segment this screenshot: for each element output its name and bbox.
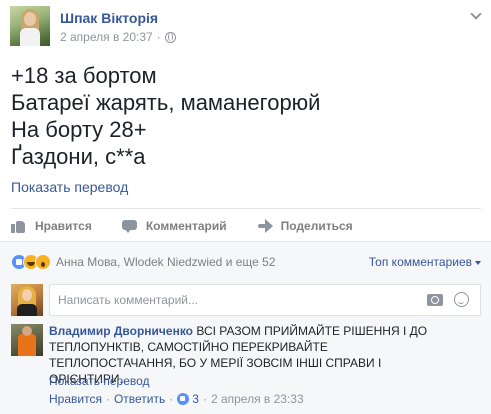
comment-button[interactable]: Комментарий	[121, 215, 227, 237]
comment-input[interactable]	[49, 284, 481, 316]
comment-icon	[121, 219, 138, 233]
share-button[interactable]: Поделиться	[257, 215, 353, 237]
camera-icon[interactable]	[427, 294, 443, 306]
divider	[11, 208, 481, 209]
like-reaction-icon[interactable]	[177, 393, 190, 405]
comment-like-count[interactable]: 3	[192, 392, 199, 406]
commenter-name[interactable]: Владимир Дворниченко	[49, 324, 193, 338]
author-avatar[interactable]	[10, 6, 50, 46]
separator: ·	[202, 392, 207, 406]
comments-area: Анна Мова, Wlodek Niedzwied и еще 52 Топ…	[0, 241, 491, 414]
separator: ·	[105, 392, 110, 406]
comment-input-row	[11, 284, 481, 316]
comment-like-button[interactable]: Нравится	[49, 392, 102, 406]
meta-separator: ·	[156, 30, 161, 44]
post-text: +18 за бортом Батареї жарять, маманегорю…	[11, 62, 481, 170]
caret-down-icon	[475, 260, 481, 265]
separator: ·	[169, 392, 174, 406]
author-name[interactable]: Шпак Вікторія	[60, 10, 158, 26]
post-line: +18 за бортом	[11, 63, 157, 88]
emoji-icon[interactable]	[454, 292, 469, 307]
comment-sort-dropdown[interactable]: Топ комментариев	[369, 255, 481, 269]
commenter-avatar[interactable]	[11, 324, 43, 356]
globe-icon[interactable]	[164, 31, 176, 43]
share-label: Поделиться	[280, 219, 353, 233]
current-user-avatar[interactable]	[11, 284, 43, 316]
post-line: На борту 28+	[11, 117, 147, 142]
post-meta: 2 апреля в 20:37 ·	[60, 30, 176, 44]
post-header: Шпак Вікторія 2 апреля в 20:37 ·	[10, 6, 482, 48]
like-button[interactable]: Нравится	[11, 215, 92, 237]
post-actions: Нравится Комментарий Поделиться	[11, 215, 383, 237]
wow-reaction-icon[interactable]	[35, 254, 51, 270]
thumbs-up-icon	[11, 219, 27, 233]
comment-show-translation-link[interactable]: Показать перевод	[49, 374, 150, 388]
comment-label: Комментарий	[145, 219, 227, 233]
show-translation-link[interactable]: Показать перевод	[11, 179, 128, 195]
like-label: Нравится	[35, 219, 92, 233]
comment-actions: Нравится · Ответить · 3 · 2 апреля в 23:…	[49, 392, 304, 406]
reactions-row: Анна Мова, Wlodek Niedzwied и еще 52 Топ…	[11, 253, 481, 271]
post-timestamp[interactable]: 2 апреля в 20:37	[60, 30, 153, 44]
post-line: Ґаздони, с**а	[11, 144, 146, 169]
post-line: Батареї жарять, маманегорюй	[11, 90, 321, 115]
sort-label: Топ комментариев	[368, 255, 472, 269]
reactions-summary[interactable]: Анна Мова, Wlodek Niedzwied и еще 52	[56, 255, 276, 269]
share-icon	[257, 219, 273, 233]
comment-reply-button[interactable]: Ответить	[114, 392, 165, 406]
chevron-down-icon[interactable]	[470, 8, 482, 20]
comment-timestamp[interactable]: 2 апреля в 23:33	[211, 392, 304, 406]
